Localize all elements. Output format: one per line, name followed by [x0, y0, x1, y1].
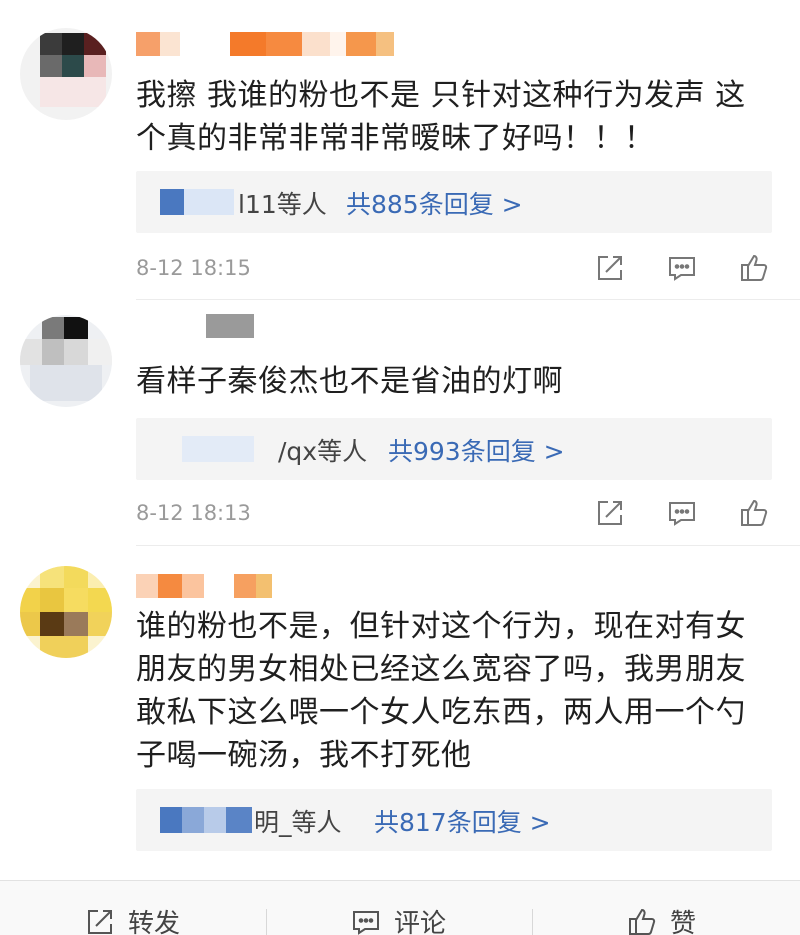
- timestamp: 8-12 18:15: [136, 256, 251, 280]
- reply-count-link[interactable]: 共817条回复 >: [374, 803, 551, 839]
- repost-icon[interactable]: [594, 497, 626, 529]
- comment-meta: 8-12 18:15: [136, 254, 776, 286]
- divider: [532, 909, 533, 935]
- reply-users: l11等人: [238, 190, 327, 219]
- comment-meta: 8-12 18:13: [136, 499, 776, 531]
- comment-button[interactable]: 评论: [350, 903, 446, 935]
- username-blurred[interactable]: [136, 32, 394, 58]
- comment-label: 评论: [394, 909, 447, 935]
- reply-summary[interactable]: 明_等人 共817条回复 >: [136, 789, 772, 851]
- comment-icon[interactable]: [666, 252, 698, 284]
- username-blurred[interactable]: [136, 314, 254, 340]
- comment-icon[interactable]: [666, 497, 698, 529]
- like-button[interactable]: 赞: [626, 903, 696, 935]
- comment-icon: [353, 910, 379, 935]
- username-blurred[interactable]: [136, 574, 272, 600]
- comment-text: 看样子秦俊杰也不是省油的灯啊: [136, 364, 563, 399]
- avatar[interactable]: [20, 28, 112, 120]
- thumbs-up-icon[interactable]: [738, 252, 770, 284]
- reply-user-blurred: [182, 436, 254, 462]
- thumbs-up-icon[interactable]: [738, 497, 770, 529]
- like-label: 赞: [670, 909, 697, 935]
- repost-icon[interactable]: [594, 252, 626, 284]
- reply-summary[interactable]: l11等人 共885条回复 >: [136, 171, 772, 233]
- comment-text: 谁的粉也不是，但针对这个行为，现在对有女朋友的男女相处已经这么宽容了吗，我男朋友…: [136, 609, 746, 773]
- divider: [266, 909, 267, 935]
- avatar[interactable]: [20, 315, 112, 407]
- reply-count-link[interactable]: 共885条回复 >: [346, 185, 523, 221]
- comment-item: 我擦 我谁的粉也不是 只针对这种行为发声 这个真的非常非常非常暧昧了好吗！！！ …: [0, 0, 800, 300]
- thumbs-up-icon: [629, 908, 656, 935]
- reply-user-blurred: [160, 189, 184, 215]
- repost-label: 转发: [128, 909, 181, 935]
- repost-icon: [88, 909, 112, 934]
- reply-users: 明_等人: [254, 808, 342, 837]
- reply-user-blurred: [160, 807, 182, 833]
- comment-item: 看样子秦俊杰也不是省油的灯啊 /qx等人 共993条回复 > 8-12 18:1…: [0, 300, 800, 546]
- avatar[interactable]: [20, 566, 112, 658]
- reply-summary[interactable]: /qx等人 共993条回复 >: [136, 418, 772, 480]
- bottom-action-bar: 转发 评论 赞: [0, 880, 800, 935]
- comment-text: 我擦 我谁的粉也不是 只针对这种行为发声 这个真的非常非常非常暧昧了好吗！！！: [136, 78, 746, 156]
- timestamp: 8-12 18:13: [136, 501, 251, 525]
- comment-item: 谁的粉也不是，但针对这个行为，现在对有女朋友的男女相处已经这么宽容了吗，我男朋友…: [0, 546, 800, 880]
- reply-users: /qx等人: [278, 437, 368, 466]
- repost-button[interactable]: 转发: [84, 903, 180, 935]
- reply-count-link[interactable]: 共993条回复 >: [388, 432, 565, 468]
